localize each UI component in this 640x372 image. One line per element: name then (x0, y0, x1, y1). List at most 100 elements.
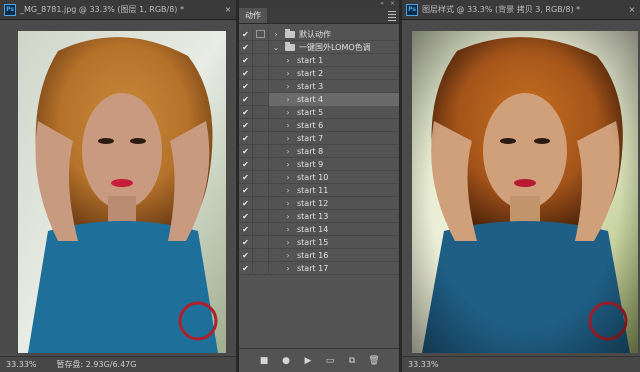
canvas-right[interactable] (402, 21, 640, 356)
toggle-check-icon[interactable]: ✔ (239, 79, 253, 93)
chevron-right-icon[interactable]: › (283, 147, 293, 156)
dialog-toggle[interactable] (253, 79, 269, 93)
toggle-check-icon[interactable]: ✔ (239, 40, 253, 54)
action-name-cell[interactable]: › start 12 (269, 197, 399, 210)
toggle-check-icon[interactable]: ✔ (239, 235, 253, 249)
dialog-toggle[interactable] (253, 40, 269, 54)
action-name-cell[interactable]: › start 7 (269, 132, 399, 145)
chevron-right-icon[interactable]: › (283, 160, 293, 169)
zoom-level[interactable]: 33.33% (6, 360, 37, 369)
action-set-row[interactable]: ✔ ⌄ 一键国外LOMO色调 (239, 40, 399, 54)
dialog-toggle[interactable] (253, 222, 269, 236)
dialog-toggle[interactable] (253, 157, 269, 171)
action-set-row[interactable]: ✔ › 默认动作 (239, 27, 399, 41)
action-name-cell[interactable]: › start 17 (269, 262, 399, 275)
dialog-toggle[interactable] (253, 170, 269, 184)
action-row[interactable]: ✔ › start 17 (239, 261, 399, 275)
toggle-check-icon[interactable]: ✔ (239, 157, 253, 171)
close-icon[interactable]: × (224, 5, 232, 14)
play-selection-button[interactable]: ▶ (302, 355, 314, 367)
panel-menu-icon[interactable] (385, 8, 399, 23)
chevron-right-icon[interactable]: › (283, 121, 293, 130)
chevron-right-icon[interactable]: › (283, 173, 293, 182)
toggle-check-icon[interactable]: ✔ (239, 196, 253, 210)
stop-recording-button[interactable]: ■ (258, 355, 270, 367)
chevron-right-icon[interactable]: › (283, 199, 293, 208)
chevron-down-icon[interactable]: ⌄ (271, 43, 281, 52)
collapse-icon[interactable]: « (380, 0, 384, 8)
dialog-toggle[interactable] (253, 53, 269, 67)
dialog-toggle[interactable] (253, 92, 269, 106)
dialog-toggle[interactable] (253, 183, 269, 197)
chevron-right-icon[interactable]: › (283, 108, 293, 117)
document-tab-left[interactable]: Ps _MG_8781.jpg @ 33.3% (图层 1, RGB/8) * … (0, 0, 236, 20)
toggle-check-icon[interactable]: ✔ (239, 92, 253, 106)
action-name-cell[interactable]: › start 15 (269, 236, 399, 249)
action-row[interactable]: ✔ › start 11 (239, 183, 399, 197)
action-row[interactable]: ✔ › start 15 (239, 235, 399, 249)
toggle-check-icon[interactable]: ✔ (239, 66, 253, 80)
action-row[interactable]: ✔ › start 3 (239, 79, 399, 93)
toggle-check-icon[interactable]: ✔ (239, 131, 253, 145)
toggle-check-icon[interactable]: ✔ (239, 183, 253, 197)
dialog-toggle[interactable] (253, 131, 269, 145)
action-row[interactable]: ✔ › start 16 (239, 248, 399, 262)
action-row[interactable]: ✔ › start 5 (239, 105, 399, 119)
action-name-cell[interactable]: › start 8 (269, 145, 399, 158)
toggle-check-icon[interactable]: ✔ (239, 261, 253, 275)
action-row[interactable]: ✔ › start 10 (239, 170, 399, 184)
action-name-cell[interactable]: ⌄ 一键国外LOMO色调 (269, 41, 399, 54)
toggle-check-icon[interactable]: ✔ (239, 170, 253, 184)
action-name-cell[interactable]: › start 14 (269, 223, 399, 236)
chevron-right-icon[interactable]: › (283, 56, 293, 65)
action-row[interactable]: ✔ › start 12 (239, 196, 399, 210)
close-panel-icon[interactable]: × (390, 0, 395, 8)
start-recording-button[interactable]: ● (280, 355, 292, 367)
action-name-cell[interactable]: › 默认动作 (269, 28, 399, 41)
dialog-toggle[interactable] (253, 27, 269, 41)
action-name-cell[interactable]: › start 11 (269, 184, 399, 197)
toggle-check-icon[interactable]: ✔ (239, 209, 253, 223)
zoom-level[interactable]: 33.33% (408, 360, 439, 369)
toggle-check-icon[interactable]: ✔ (239, 105, 253, 119)
toggle-check-icon[interactable]: ✔ (239, 144, 253, 158)
action-row[interactable]: ✔ › start 9 (239, 157, 399, 171)
dialog-toggle[interactable] (253, 248, 269, 262)
dialog-toggle[interactable] (253, 105, 269, 119)
close-icon[interactable]: × (628, 5, 636, 14)
dialog-toggle[interactable] (253, 66, 269, 80)
dialog-toggle[interactable] (253, 118, 269, 132)
chevron-right-icon[interactable]: › (283, 95, 293, 104)
chevron-right-icon[interactable]: › (283, 69, 293, 78)
action-row[interactable]: ✔ › start 4 (239, 92, 399, 106)
dialog-toggle[interactable] (253, 144, 269, 158)
toggle-check-icon[interactable]: ✔ (239, 118, 253, 132)
dialog-toggle[interactable] (253, 235, 269, 249)
action-name-cell[interactable]: › start 16 (269, 249, 399, 262)
chevron-right-icon[interactable]: › (283, 251, 293, 260)
action-name-cell[interactable]: › start 1 (269, 54, 399, 67)
chevron-right-icon[interactable]: › (271, 30, 281, 39)
action-name-cell[interactable]: › start 4 (269, 92, 399, 106)
action-name-cell[interactable]: › start 3 (269, 80, 399, 93)
toggle-check-icon[interactable]: ✔ (239, 222, 253, 236)
action-row[interactable]: ✔ › start 2 (239, 66, 399, 80)
dialog-toggle[interactable] (253, 261, 269, 275)
toggle-check-icon[interactable]: ✔ (239, 27, 253, 41)
tab-actions[interactable]: 动作 (239, 8, 267, 23)
action-name-cell[interactable]: › start 6 (269, 119, 399, 132)
dialog-toggle[interactable] (253, 196, 269, 210)
chevron-right-icon[interactable]: › (283, 225, 293, 234)
action-row[interactable]: ✔ › start 6 (239, 118, 399, 132)
toggle-check-icon[interactable]: ✔ (239, 248, 253, 262)
document-tab-right[interactable]: Ps 图层样式 @ 33.3% (背景 拷贝 3, RGB/8) * × (402, 0, 640, 20)
action-name-cell[interactable]: › start 13 (269, 210, 399, 223)
toggle-check-icon[interactable]: ✔ (239, 53, 253, 67)
action-name-cell[interactable]: › start 5 (269, 106, 399, 119)
chevron-right-icon[interactable]: › (283, 212, 293, 221)
action-row[interactable]: ✔ › start 14 (239, 222, 399, 236)
action-name-cell[interactable]: › start 10 (269, 171, 399, 184)
dialog-toggle[interactable] (253, 209, 269, 223)
chevron-right-icon[interactable]: › (283, 134, 293, 143)
action-row[interactable]: ✔ › start 7 (239, 131, 399, 145)
